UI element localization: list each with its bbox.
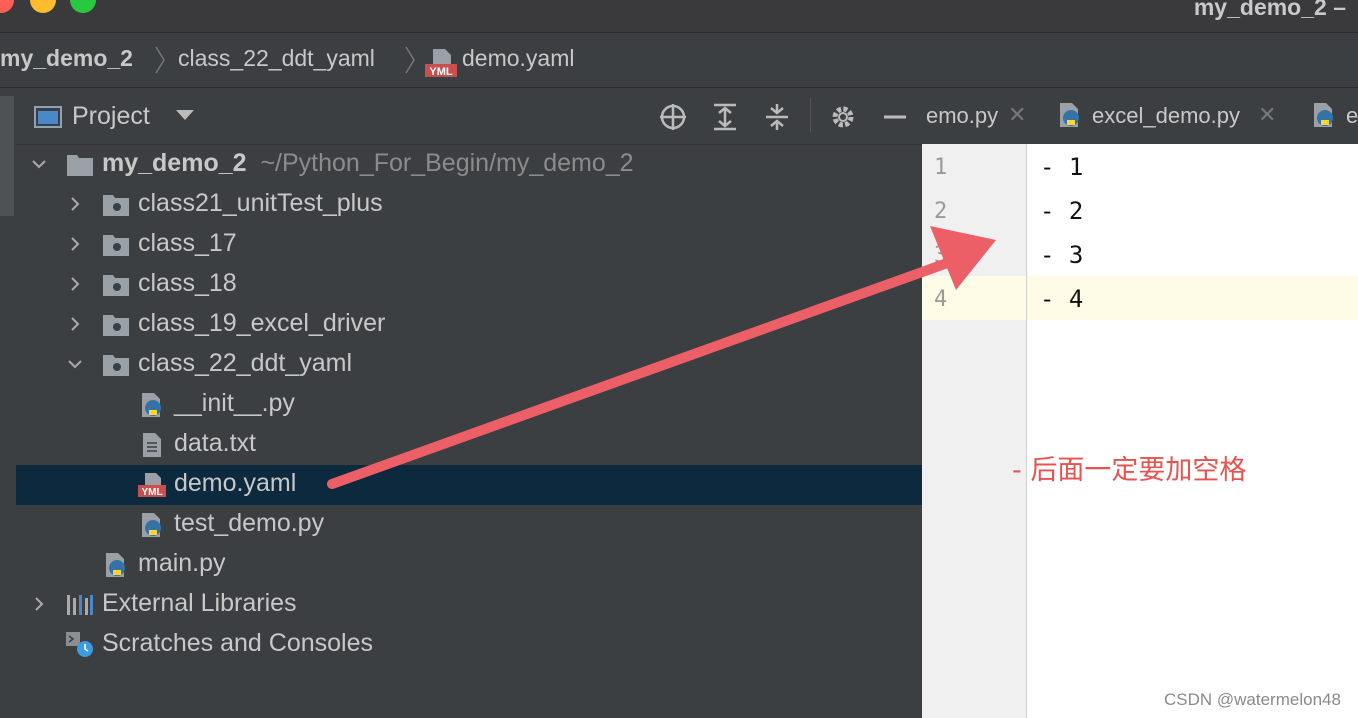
collapse-all-icon[interactable] bbox=[762, 102, 792, 132]
close-icon[interactable]: ✕ bbox=[1008, 102, 1026, 128]
tree-label: class_18 bbox=[138, 269, 237, 297]
toolbar-divider bbox=[810, 98, 811, 132]
project-panel-title: Project bbox=[72, 102, 150, 130]
tree-label: my_demo_2 ~/Python_For_Begin/my_demo_2 bbox=[102, 149, 634, 178]
tab-label: emo.py bbox=[926, 103, 999, 128]
line-number: 4 bbox=[934, 287, 948, 312]
project-path-text: ~/Python_For_Begin/my_demo_2 bbox=[260, 149, 634, 177]
chevron-right-icon[interactable] bbox=[68, 277, 82, 291]
watermark: CSDN @watermelon48 bbox=[1164, 690, 1341, 709]
tree-label: data.txt bbox=[174, 429, 256, 457]
code-line[interactable]: - 3 bbox=[1040, 241, 1083, 269]
tree-label-text: my_demo_2 bbox=[102, 149, 247, 177]
tree-row-init-py[interactable]: __init__.py bbox=[16, 385, 922, 425]
folder-icon bbox=[66, 152, 94, 178]
tab-label: e bbox=[1346, 103, 1358, 128]
tree-row-main-py[interactable]: main.py bbox=[16, 545, 922, 585]
python-file-icon bbox=[1310, 102, 1338, 128]
expand-all-icon[interactable] bbox=[710, 102, 740, 132]
tree-label: __init__.py bbox=[174, 389, 295, 417]
line-number: 3 bbox=[934, 243, 948, 268]
tree-row-scratches[interactable]: Scratches and Consoles bbox=[16, 625, 922, 665]
tree-label: class_19_excel_driver bbox=[138, 309, 386, 337]
tree-label: demo.yaml bbox=[174, 469, 297, 497]
project-window-icon bbox=[34, 106, 62, 128]
tree-row-demo-yaml[interactable]: YML demo.yaml bbox=[16, 465, 922, 505]
package-folder-icon bbox=[102, 232, 130, 258]
project-panel-header: Project bbox=[16, 88, 922, 145]
tab-label: excel_demo.py bbox=[1092, 103, 1240, 128]
chevron-right-icon[interactable] bbox=[68, 317, 82, 331]
locate-file-icon[interactable] bbox=[658, 102, 688, 132]
chevron-right-icon[interactable] bbox=[68, 237, 82, 251]
window-title: my_demo_2 – bbox=[1193, 0, 1346, 20]
tree-label: Scratches and Consoles bbox=[102, 629, 373, 657]
tree-label: class21_unitTest_plus bbox=[138, 189, 383, 217]
tree-row-class22[interactable]: class_22_ddt_yaml bbox=[16, 345, 922, 385]
package-folder-icon bbox=[102, 192, 130, 218]
python-file-icon bbox=[138, 392, 166, 418]
yaml-file-icon: YML bbox=[138, 472, 166, 498]
package-folder-icon bbox=[102, 272, 130, 298]
tree-row-class17[interactable]: class_17 bbox=[16, 225, 922, 265]
title-bar: my_demo_2 – bbox=[0, 0, 1358, 32]
breadcrumb-separator-icon bbox=[154, 45, 166, 74]
left-tool-strip bbox=[0, 88, 17, 718]
project-panel: Project my_demo_2 ~/Python_For_Begin/my_… bbox=[16, 88, 922, 718]
tree-label: External Libraries bbox=[102, 589, 297, 617]
tree-label: class_17 bbox=[138, 229, 237, 257]
code-line[interactable]: - 4 bbox=[1040, 285, 1083, 313]
tree-row-class18[interactable]: class_18 bbox=[16, 265, 922, 305]
editor-content[interactable] bbox=[1027, 144, 1358, 718]
tree-row-data-txt[interactable]: data.txt bbox=[16, 425, 922, 465]
python-file-icon bbox=[1056, 102, 1084, 128]
tree-row-test-demo-py[interactable]: test_demo.py bbox=[16, 505, 922, 545]
tree-row-class21[interactable]: class21_unitTest_plus bbox=[16, 185, 922, 225]
chevron-down-icon[interactable] bbox=[32, 157, 46, 171]
annotation-text: - 后面一定要加空格 bbox=[1012, 455, 1247, 486]
libraries-icon bbox=[66, 592, 94, 618]
package-folder-icon bbox=[102, 312, 130, 338]
tree-row-class19[interactable]: class_19_excel_driver bbox=[16, 305, 922, 345]
tree-row-root[interactable]: my_demo_2 ~/Python_For_Begin/my_demo_2 bbox=[16, 145, 922, 185]
line-number: 2 bbox=[934, 199, 948, 224]
line-number: 1 bbox=[934, 155, 948, 180]
breadcrumb-item-file[interactable]: demo.yaml bbox=[462, 45, 574, 72]
yaml-file-badge-text: YML bbox=[141, 487, 162, 498]
code-line[interactable]: - 2 bbox=[1040, 197, 1083, 225]
tree-label: test_demo.py bbox=[174, 509, 325, 537]
python-file-icon bbox=[102, 552, 130, 578]
python-file-icon bbox=[138, 512, 166, 538]
chevron-right-icon[interactable] bbox=[68, 197, 82, 211]
close-window-button[interactable] bbox=[0, 0, 14, 13]
minimize-window-button[interactable] bbox=[30, 0, 56, 13]
scratches-icon bbox=[66, 632, 94, 658]
text-file-icon bbox=[138, 432, 166, 458]
project-view-dropdown-icon[interactable] bbox=[176, 110, 194, 120]
close-icon[interactable]: ✕ bbox=[1258, 102, 1276, 128]
breadcrumb: my_demo_2 class_22_ddt_yaml YML demo.yam… bbox=[0, 32, 1358, 88]
package-folder-icon bbox=[102, 352, 130, 378]
project-tool-window-tab[interactable] bbox=[0, 96, 14, 216]
tree-label: class_22_ddt_yaml bbox=[138, 349, 353, 377]
yaml-badge-text: YML bbox=[429, 66, 453, 78]
editor-tabs: emo.py ✕ excel_demo.py ✕ e bbox=[922, 88, 1358, 145]
code-line[interactable]: - 1 bbox=[1040, 153, 1083, 181]
yaml-file-icon: YML bbox=[425, 48, 457, 78]
chevron-right-icon[interactable] bbox=[32, 597, 46, 611]
breadcrumb-item-project[interactable]: my_demo_2 bbox=[0, 45, 133, 72]
breadcrumb-separator-icon bbox=[404, 45, 416, 74]
zoom-window-button[interactable] bbox=[70, 0, 96, 13]
tree-label: main.py bbox=[138, 549, 226, 577]
editor-gutter bbox=[922, 144, 1027, 718]
breadcrumb-item-folder[interactable]: class_22_ddt_yaml bbox=[178, 45, 375, 72]
gear-icon[interactable] bbox=[828, 102, 858, 132]
chevron-down-icon[interactable] bbox=[68, 357, 82, 371]
hide-panel-icon[interactable] bbox=[880, 102, 910, 132]
tree-row-external-libraries[interactable]: External Libraries bbox=[16, 585, 922, 625]
